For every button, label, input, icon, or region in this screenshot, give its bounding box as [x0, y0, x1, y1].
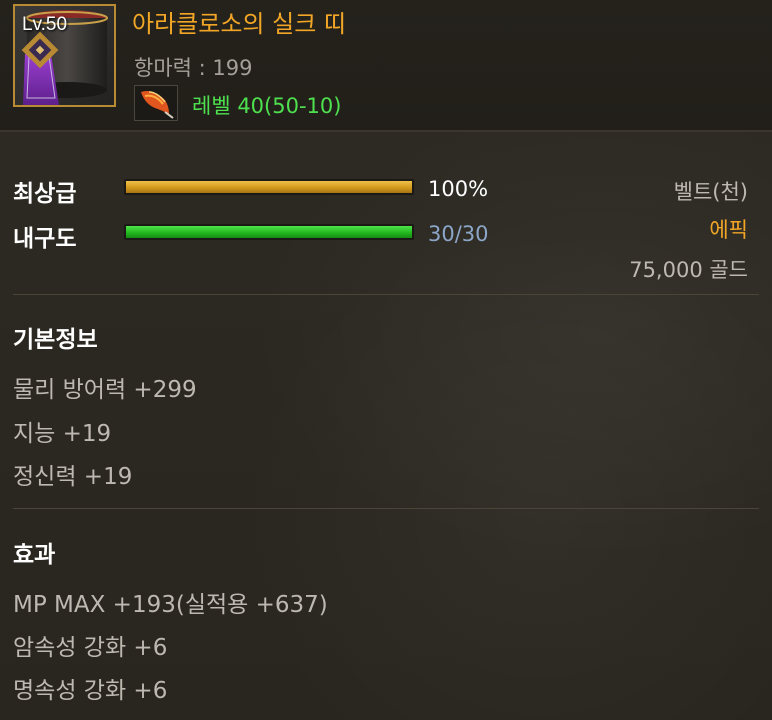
- item-icon-frame[interactable]: Lv.50: [13, 4, 116, 107]
- basic-info-line: 지능 +19: [13, 421, 112, 447]
- durability-bar: [124, 224, 414, 240]
- grade-bar-fill: [126, 181, 412, 193]
- level-requirement: 레벨 40(50-10): [192, 94, 342, 118]
- effects-title: 효과: [13, 542, 56, 568]
- item-type: 벨트(천): [673, 180, 748, 204]
- divider: [13, 508, 759, 509]
- item-level-badge: Lv.50: [22, 14, 68, 35]
- item-tooltip: Lv.50 아라클로소의 실크 띠 항마력 : 199 레벨 40(50-10)…: [0, 0, 772, 720]
- feather-quill-icon: [141, 91, 174, 119]
- requirement-icon-box: [134, 85, 178, 121]
- tooltip-header: Lv.50 아라클로소의 실크 띠 항마력 : 199 레벨 40(50-10): [0, 0, 772, 132]
- effect-line: 암속성 강화 +6: [13, 635, 168, 661]
- grade-label: 최상급: [13, 181, 77, 207]
- durability-label: 내구도: [13, 226, 77, 252]
- basic-info-line: 물리 방어력 +299: [13, 377, 197, 403]
- grade-bar: [124, 179, 414, 195]
- divider: [13, 294, 759, 295]
- item-name: 아라클로소의 실크 띠: [132, 10, 346, 38]
- magic-resist: 항마력 : 199: [134, 56, 253, 80]
- effect-line: 명속성 강화 +6: [13, 678, 168, 704]
- durability-bar-fill: [126, 226, 412, 238]
- basic-info-title: 기본정보: [13, 327, 98, 353]
- durability-value: 30/30: [428, 222, 489, 246]
- item-price: 75,000 골드: [629, 258, 748, 282]
- basic-info-line: 정신력 +19: [13, 464, 133, 490]
- effect-line: MP MAX +193(실적용 +637): [13, 592, 328, 618]
- grade-value: 100%: [428, 177, 489, 201]
- item-rarity: 에픽: [709, 218, 748, 242]
